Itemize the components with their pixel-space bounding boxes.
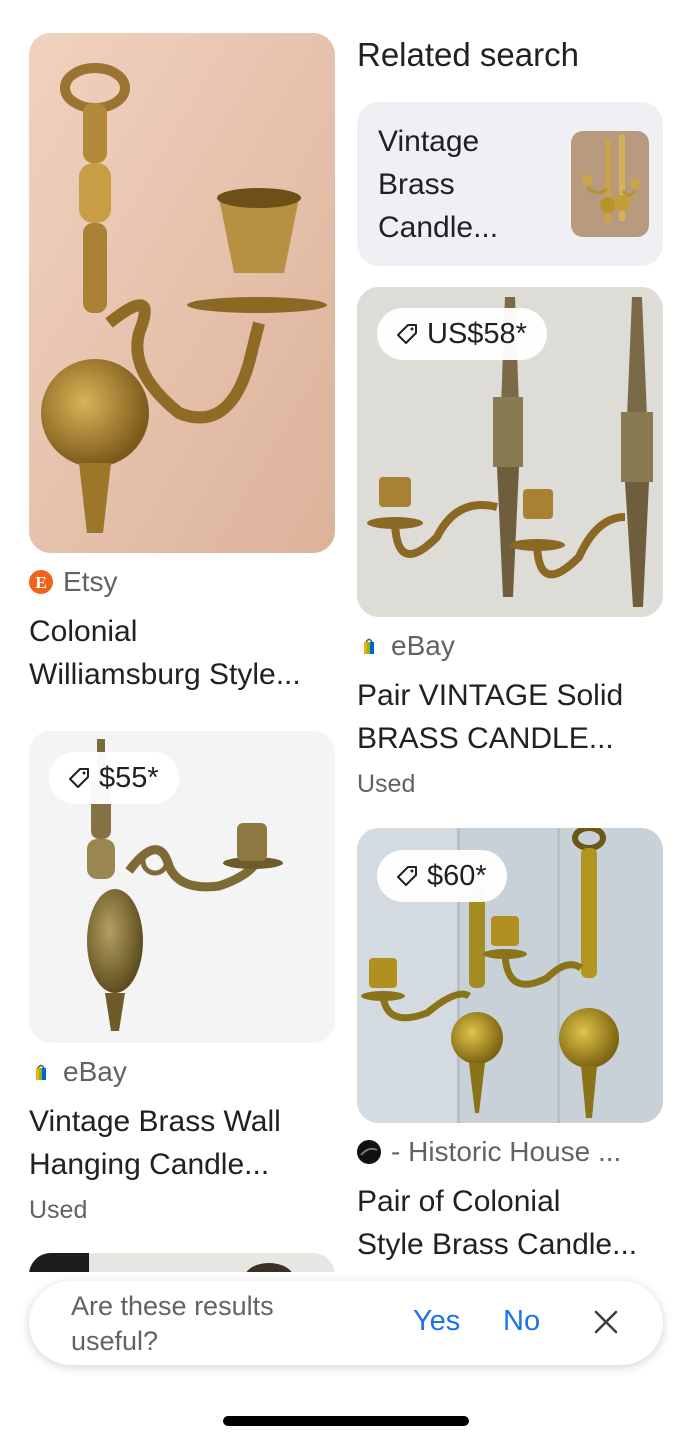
result-title-line: Style Brass Candle...	[357, 1228, 638, 1261]
result-title-line: Williamsburg Style...	[29, 658, 301, 691]
result-title-line: Colonial	[29, 615, 138, 648]
price-tag: $60*	[377, 850, 507, 902]
price-tag: US$58*	[377, 308, 547, 360]
result-source-label: eBay	[391, 630, 455, 661]
price-label: $60*	[427, 859, 487, 892]
price-label: US$58*	[427, 317, 527, 350]
result-source-label: - Historic House ...	[391, 1136, 622, 1167]
result-title-line: Vintage Brass Wall	[29, 1105, 281, 1138]
result-source[interactable]: eBay	[357, 630, 455, 662]
feedback-no-button[interactable]: No	[503, 1305, 540, 1338]
result-title[interactable]: Colonial Williamsburg Style...	[29, 610, 335, 696]
result-title[interactable]: Vintage Brass Wall Hanging Candle...	[29, 1100, 335, 1186]
result-source[interactable]: - Historic House ...	[357, 1136, 621, 1168]
ebay-icon	[29, 1060, 53, 1084]
related-search-heading: Related search	[357, 36, 579, 73]
feedback-question: Are these results useful?	[71, 1291, 274, 1356]
related-search-card[interactable]: Vintage Brass Candle...	[357, 102, 663, 266]
result-title[interactable]: Pair of Colonial Style Brass Candle...	[357, 1180, 663, 1266]
close-icon[interactable]	[591, 1307, 621, 1337]
result-image[interactable]	[29, 33, 335, 553]
result-source-label: Etsy	[63, 566, 118, 597]
related-search-label: Vintage Brass Candle...	[378, 125, 499, 244]
price-tag: $55*	[49, 752, 179, 804]
result-source[interactable]: E Etsy	[29, 566, 117, 598]
price-label: $55*	[99, 761, 159, 794]
result-title-line: Hanging Candle...	[29, 1148, 270, 1181]
result-title-line: Pair of Colonial	[357, 1185, 561, 1218]
price-tag-icon	[69, 768, 89, 788]
result-condition: Used	[357, 770, 416, 798]
price-tag-icon	[397, 866, 417, 886]
related-search-thumbnail	[571, 131, 649, 237]
feedback-bar: Are these results useful? Yes No	[29, 1281, 663, 1365]
result-title[interactable]: Pair VINTAGE Solid BRASS CANDLE...	[357, 674, 663, 760]
feedback-yes-button[interactable]: Yes	[413, 1305, 460, 1338]
price-tag-icon	[397, 324, 417, 344]
result-source-label: eBay	[63, 1056, 127, 1087]
home-indicator[interactable]	[223, 1416, 469, 1426]
ebay-icon	[357, 634, 381, 658]
historic-house-icon	[357, 1140, 381, 1164]
result-condition: Used	[29, 1196, 88, 1224]
result-title-line: BRASS CANDLE...	[357, 722, 614, 755]
result-title-line: Pair VINTAGE Solid	[357, 679, 624, 712]
etsy-icon: E	[29, 570, 53, 594]
svg-text:E: E	[35, 573, 46, 592]
result-source[interactable]: eBay	[29, 1056, 127, 1088]
